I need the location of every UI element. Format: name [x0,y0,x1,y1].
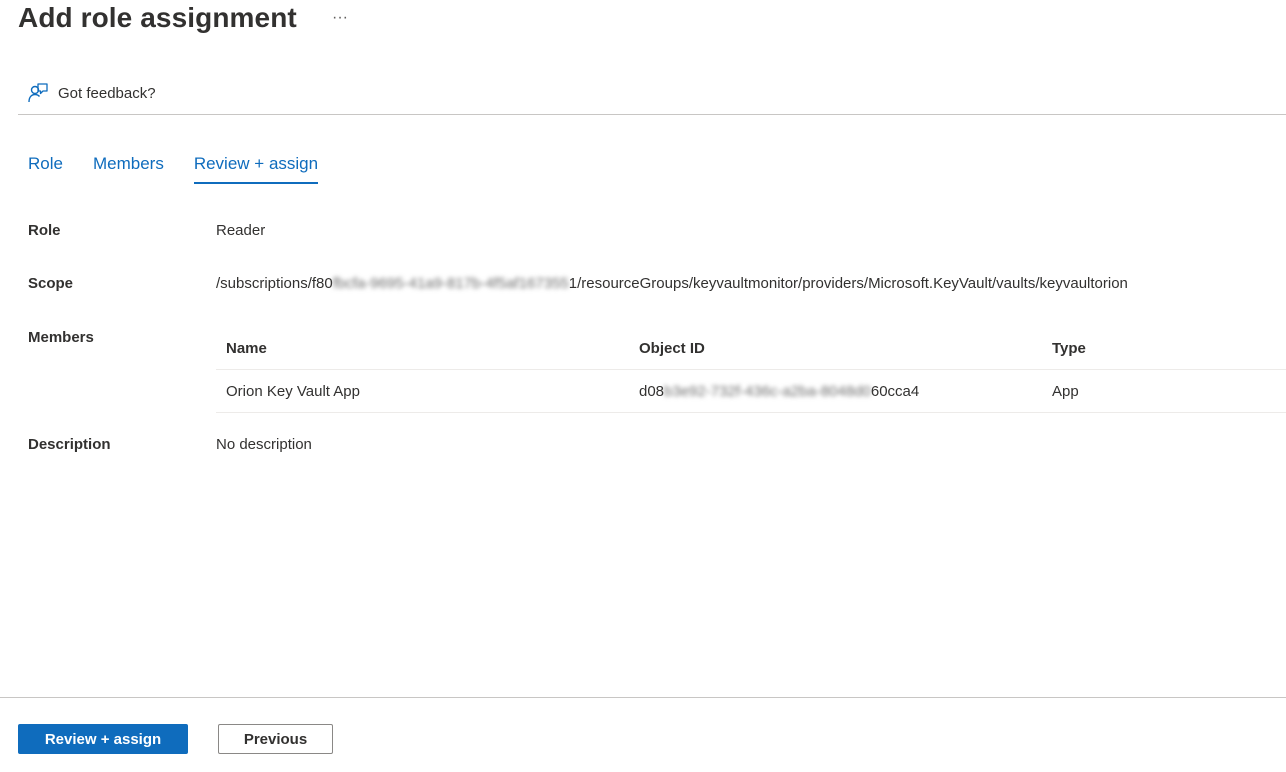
scope-label: Scope [28,275,74,292]
object-id-suffix: 60cca4 [870,383,920,400]
column-header-type[interactable]: Type [1052,327,1086,370]
table-row: Orion Key Vault App d08b3e92-732f-436c-a… [216,370,1286,413]
feedback-label: Got feedback? [58,84,156,102]
scope-suffix: 1/resourceGroups/keyvaultmonitor/provide… [568,275,1128,292]
scope-redacted: fbcfa-9695-41a9-817b-4f5af167355 [332,275,569,292]
members-table-header: Name Object ID Type [216,327,1286,370]
tab-review-assign[interactable]: Review + assign [193,150,319,184]
description-value: No description [216,436,312,453]
tab-role[interactable]: Role [28,150,63,184]
member-name: Orion Key Vault App [226,383,360,400]
members-table: Name Object ID Type Orion Key Vault App … [216,327,1286,413]
role-value: Reader [216,222,266,239]
object-id-prefix: d08 [639,383,665,400]
column-header-object-id[interactable]: Object ID [639,327,705,370]
more-options-icon[interactable]: ··· [330,8,350,28]
page-title: Add role assignment [18,2,297,33]
role-label: Role [28,222,61,239]
scope-prefix: /subscriptions/f80 [216,275,333,292]
member-object-id: d08b3e92-732f-436c-a2ba-8048d060cca4 [639,370,919,413]
previous-button[interactable]: Previous [218,724,333,754]
member-type: App [1052,383,1079,400]
members-label: Members [28,329,94,346]
header-divider [18,114,1286,115]
feedback-icon [28,83,48,103]
object-id-redacted: b3e92-732f-436c-a2ba-8048d0 [664,383,871,400]
footer-divider [0,697,1286,698]
feedback-link[interactable]: Got feedback? [27,81,156,105]
description-label: Description [28,436,111,453]
tab-members[interactable]: Members [93,150,164,184]
tab-bar: Role Members Review + assign [28,150,348,186]
column-header-name[interactable]: Name [226,327,267,370]
review-assign-button[interactable]: Review + assign [18,724,188,754]
scope-value: /subscriptions/f80fbcfa-9695-41a9-817b-4… [216,275,1128,292]
